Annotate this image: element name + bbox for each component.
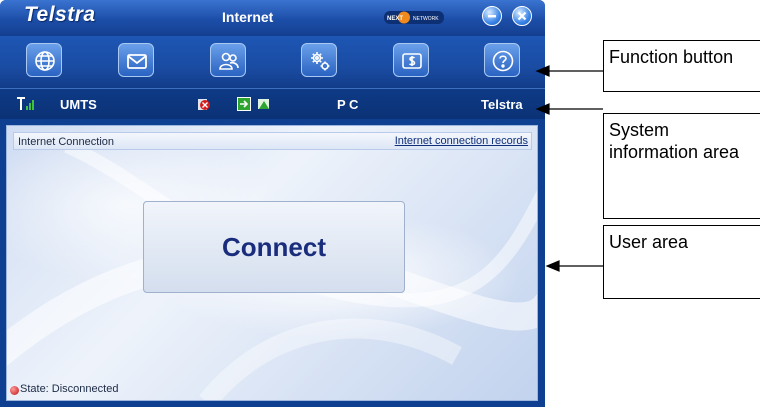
arrow-system xyxy=(535,103,603,115)
arrow-function xyxy=(535,65,603,77)
callout-arrows xyxy=(535,65,603,272)
arrow-user xyxy=(545,260,603,272)
